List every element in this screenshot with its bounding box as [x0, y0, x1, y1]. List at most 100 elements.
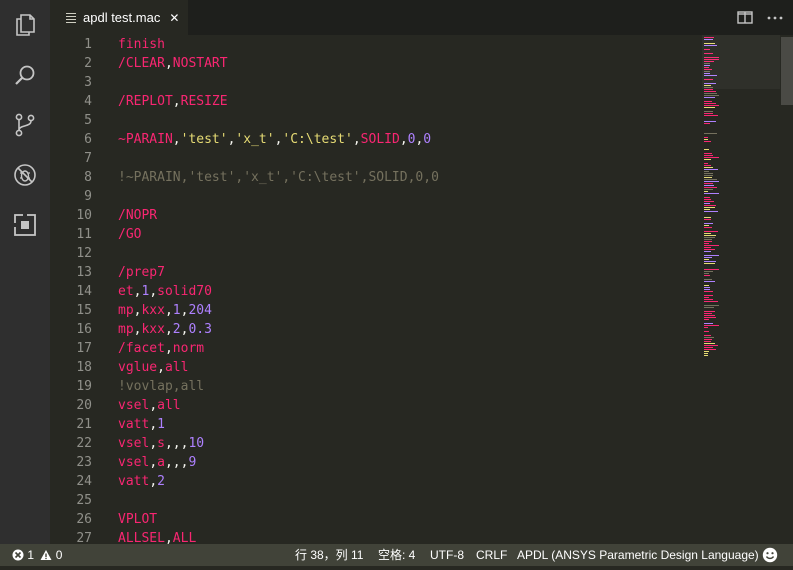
minimap-line: [704, 105, 719, 106]
code-editor[interactable]: 1 2 3 4 5 6 7 8 9 10 11 12 13 14 15 16 17 18 19 20 21 22 23 24 2…: [50, 35, 793, 544]
minimap-line: [704, 235, 716, 236]
minimap-line: [704, 91, 716, 92]
code-line[interactable]: /NOPR: [118, 206, 157, 225]
minimap-line: [704, 89, 713, 90]
minimap-line: [704, 281, 715, 282]
minimap-line: [704, 231, 718, 232]
code-line[interactable]: finish: [118, 35, 165, 54]
code-token: norm: [172, 341, 205, 356]
code-line[interactable]: mp,kxx,1,204: [118, 301, 212, 320]
indentation[interactable]: 空格: 4: [378, 544, 415, 566]
vertical-scrollbar[interactable]: [779, 35, 793, 544]
line-number: 6: [84, 132, 92, 147]
code-token: ,: [164, 322, 173, 337]
code-line[interactable]: et,1,solid70: [118, 282, 212, 301]
minimap-line: [704, 297, 709, 298]
code-token: 'x_t': [235, 132, 275, 147]
language-mode[interactable]: APDL (ANSYS Parametric Design Language): [517, 544, 759, 566]
encoding[interactable]: UTF-8: [430, 544, 464, 566]
minimap-line: [704, 285, 709, 286]
line-ending[interactable]: CRLF: [476, 544, 507, 566]
minimap-line: [704, 167, 713, 168]
line-number: 22: [76, 436, 92, 451]
minimap-line: [704, 197, 710, 198]
feedback-smiley-icon[interactable]: [762, 547, 778, 563]
minimap-line: [704, 189, 713, 190]
code-token: SOLID: [360, 132, 400, 147]
code-line[interactable]: vsel,all: [118, 396, 181, 415]
scrollbar-thumb[interactable]: [781, 37, 793, 105]
minimap-line: [704, 123, 710, 124]
code-token: solid70: [157, 284, 212, 299]
code-token: vglue: [118, 360, 158, 375]
minimap-line: [704, 121, 716, 122]
code-line[interactable]: vatt,1: [118, 415, 165, 434]
code-line[interactable]: /prep7: [118, 263, 165, 282]
minimap-line: [704, 237, 715, 238]
code-token: kxx: [141, 303, 165, 318]
debug-icon[interactable]: [0, 150, 50, 200]
minimap-line: [704, 201, 714, 202]
code-token: RESIZE: [180, 94, 228, 109]
cursor-position[interactable]: 行 38，列 11: [295, 544, 363, 566]
code-line[interactable]: VPLOT: [118, 510, 157, 529]
code-line[interactable]: ALLSEL,ALL: [118, 529, 196, 544]
search-icon[interactable]: [0, 50, 50, 100]
code-line[interactable]: /facet,norm: [118, 339, 204, 358]
minimap[interactable]: [702, 35, 780, 544]
code-token: !vovlap,all: [118, 379, 205, 394]
minimap-line: [704, 153, 712, 154]
minimap-line: [704, 97, 715, 98]
code-line[interactable]: vsel,a,,,9: [118, 453, 196, 472]
code-line[interactable]: /CLEAR,NOSTART: [118, 54, 228, 73]
code-line[interactable]: mp,kxx,2,0.3: [118, 320, 212, 339]
code-line[interactable]: /GO: [118, 225, 141, 244]
split-editor-icon[interactable]: [736, 9, 754, 26]
minimap-line: [704, 95, 719, 96]
code-token: ,: [149, 455, 158, 470]
line-number: 4: [84, 94, 92, 109]
code-line[interactable]: !vovlap,all: [118, 377, 204, 396]
extensions-icon[interactable]: [0, 200, 50, 250]
problems-indicator[interactable]: 1 0: [12, 544, 62, 566]
minimap-line: [704, 341, 711, 342]
minimap-line: [704, 317, 716, 318]
source-control-icon[interactable]: [0, 100, 50, 150]
minimap-viewport[interactable]: [702, 35, 780, 89]
code-token: vsel: [118, 398, 150, 413]
explorer-icon[interactable]: [0, 0, 50, 50]
code-token: a: [157, 455, 165, 470]
close-icon[interactable]: ✕: [169, 11, 179, 25]
minimap-line: [704, 351, 709, 352]
minimap-line: [704, 291, 713, 292]
code-token: 0: [423, 132, 432, 147]
minimap-line: [704, 103, 716, 104]
more-icon[interactable]: [766, 9, 784, 26]
minimap-line: [704, 289, 710, 290]
line-number: 11: [76, 227, 92, 242]
tab-apdl-test-mac[interactable]: apdl test.mac ✕: [50, 0, 188, 35]
minimap-line: [704, 163, 708, 164]
code-line[interactable]: vsel,s,,,10: [118, 434, 204, 453]
code-line[interactable]: vglue,all: [118, 358, 188, 377]
line-number: 9: [84, 189, 92, 204]
code-line[interactable]: ~PARAIN,'test','x_t','C:\test',SOLID,0,0: [118, 130, 431, 149]
minimap-line: [704, 225, 709, 226]
minimap-line: [704, 269, 719, 270]
code-line[interactable]: !~PARAIN,'test','x_t','C:\test',SOLID,0,…: [118, 168, 439, 187]
line-number: 17: [76, 341, 92, 356]
code-token: ,: [164, 341, 173, 356]
code-token: /GO: [118, 227, 142, 242]
line-number: 1: [84, 37, 92, 52]
minimap-line: [704, 239, 712, 240]
code-line[interactable]: vatt,2: [118, 472, 165, 491]
activity-bar: [0, 0, 50, 544]
minimap-line: [704, 295, 713, 296]
code-token: ,: [164, 56, 173, 71]
warning-icon: [40, 550, 52, 560]
code-line[interactable]: /REPLOT,RESIZE: [118, 92, 228, 111]
code-token: vsel: [118, 455, 150, 470]
minimap-line: [704, 139, 708, 140]
code-token: 2: [157, 474, 165, 489]
minimap-line: [704, 157, 719, 158]
